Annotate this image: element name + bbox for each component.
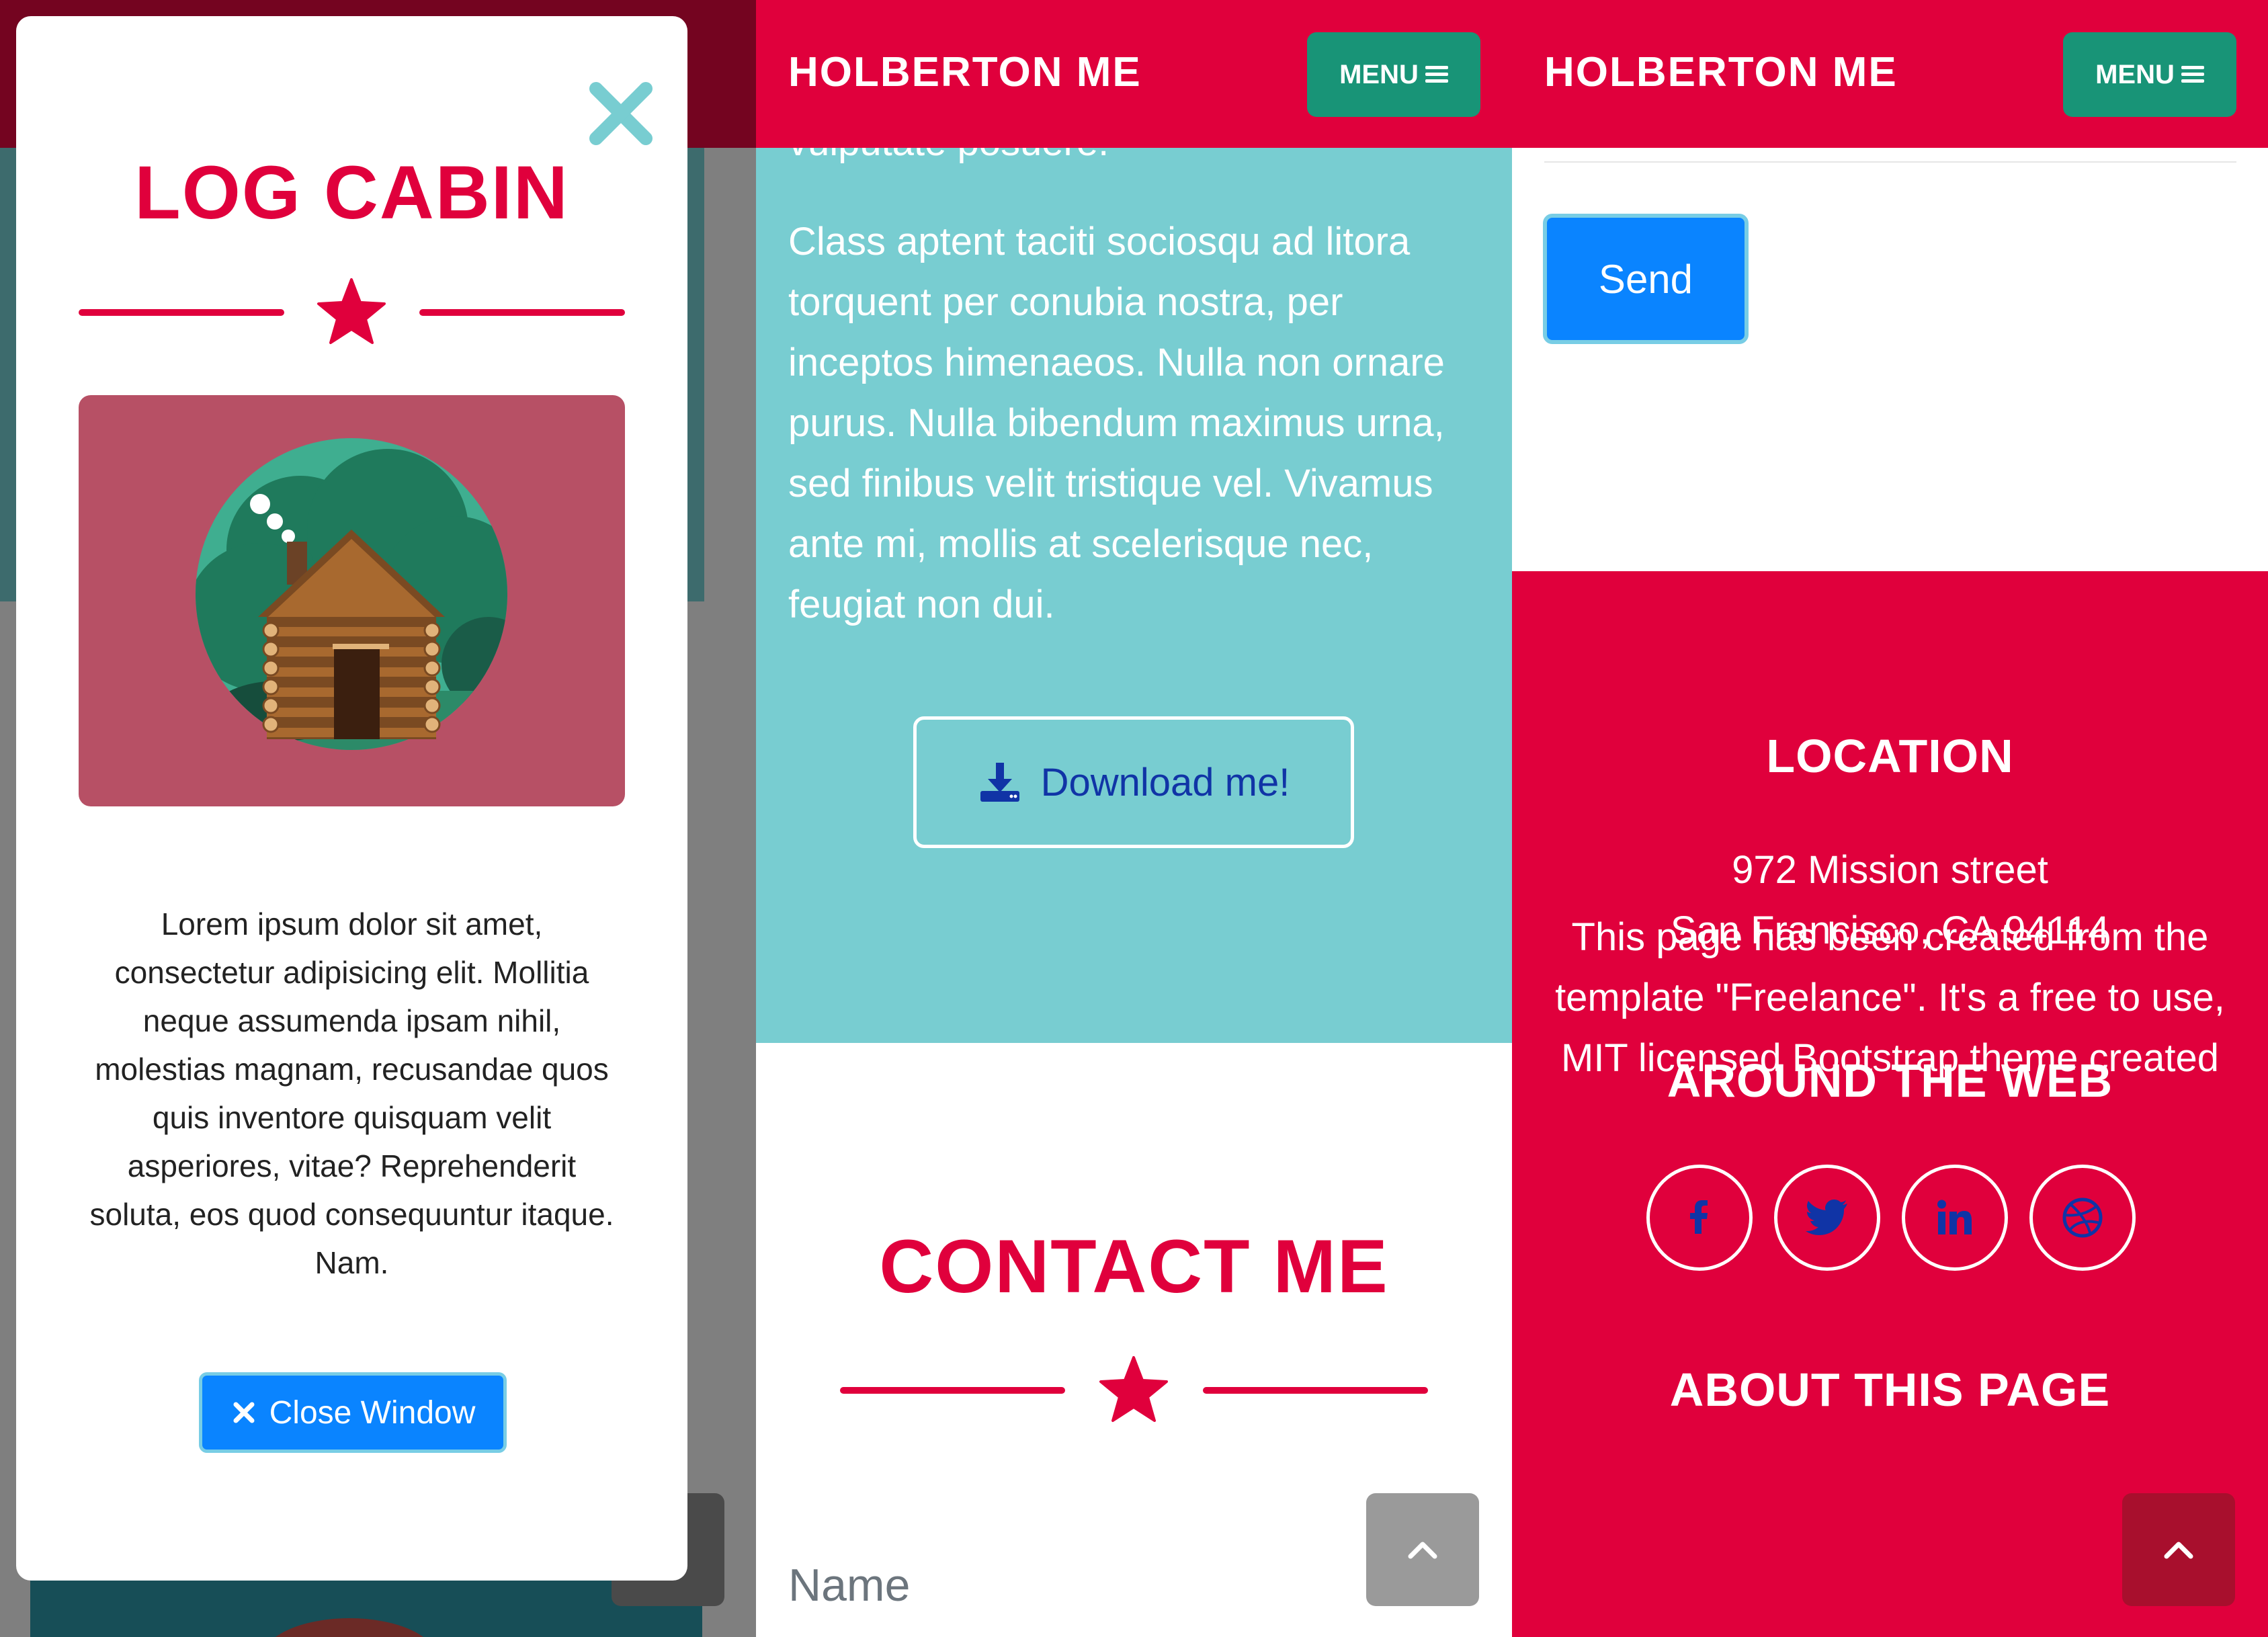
twitter-icon [1806, 1200, 1847, 1235]
menu-label: MENU [2095, 59, 2175, 89]
star-icon [1099, 1356, 1168, 1422]
panel-footer: Send LOCATION 972 Mission street San Fra… [1512, 0, 2268, 1637]
linkedin-button[interactable] [1902, 1165, 2008, 1271]
download-icon [980, 763, 1019, 802]
about-paragraph: Class aptent taciti sociosqu ad litora t… [788, 220, 1445, 626]
bars-icon [1425, 66, 1448, 83]
log-cabin-illustration [79, 395, 625, 806]
facebook-icon [1690, 1200, 1708, 1234]
scroll-top-button[interactable] [1366, 1493, 1479, 1606]
navbar: HOLBERTON ME MENU [1512, 0, 2268, 148]
download-button[interactable]: Download me! [913, 716, 1354, 848]
close-window-label: Close Window [269, 1394, 476, 1431]
twitter-button[interactable] [1774, 1165, 1880, 1271]
times-icon [233, 1402, 255, 1423]
panel-modal-view: LOG CABIN Lorem ipsum dolor sit amet, co… [0, 0, 756, 1637]
divider-line-right [1203, 1387, 1428, 1394]
chevron-up-icon [2164, 1542, 2193, 1559]
brand-logo[interactable]: HOLBERTON ME [1544, 48, 1898, 96]
close-window-button[interactable]: Close Window [199, 1372, 507, 1453]
contact-divider [840, 1356, 1428, 1423]
location-heading: LOCATION [1766, 730, 2014, 782]
menu-button[interactable]: MENU [2063, 32, 2236, 117]
facebook-button[interactable] [1646, 1165, 1753, 1271]
portfolio-modal: LOG CABIN Lorem ipsum dolor sit amet, co… [16, 16, 687, 1581]
navbar: HOLBERTON ME MENU [756, 0, 1512, 148]
bars-icon [2181, 66, 2204, 83]
name-field[interactable]: Name [788, 1559, 910, 1611]
scroll-top-button[interactable] [2122, 1493, 2235, 1606]
about-page-text: This page has been created from the temp… [1555, 915, 2225, 1080]
menu-label: MENU [1339, 59, 1419, 89]
panel-about-contact: vulputate posuere. Class aptent taciti s… [756, 0, 1512, 1637]
modal-title: LOG CABIN [134, 151, 569, 235]
about-page-heading: ABOUT THIS PAGE [1669, 1363, 2111, 1416]
brand-logo[interactable]: HOLBERTON ME [788, 48, 1142, 96]
chevron-up-icon [1408, 1542, 1437, 1559]
contact-title: CONTACT ME [879, 1224, 1389, 1308]
form-field-underline [1544, 161, 2236, 163]
dribbble-button[interactable] [2029, 1165, 2136, 1271]
divider-line-left [79, 309, 284, 316]
menu-button[interactable]: MENU [1307, 32, 1480, 117]
footer: LOCATION 972 Mission street San Francisc… [1512, 571, 2268, 1637]
linkedin-icon [1937, 1200, 1972, 1234]
modal-description: Lorem ipsum dolor sit amet, consectetur … [89, 907, 614, 1280]
dribbble-icon [2062, 1198, 2103, 1238]
divider-line-right [419, 309, 625, 316]
star-icon [317, 278, 386, 344]
address-line1: 972 Mission street [1732, 848, 2048, 892]
modal-divider [79, 278, 625, 345]
download-label: Download me! [1040, 760, 1290, 804]
send-button[interactable]: Send [1543, 214, 1749, 344]
divider-line-left [840, 1387, 1065, 1394]
